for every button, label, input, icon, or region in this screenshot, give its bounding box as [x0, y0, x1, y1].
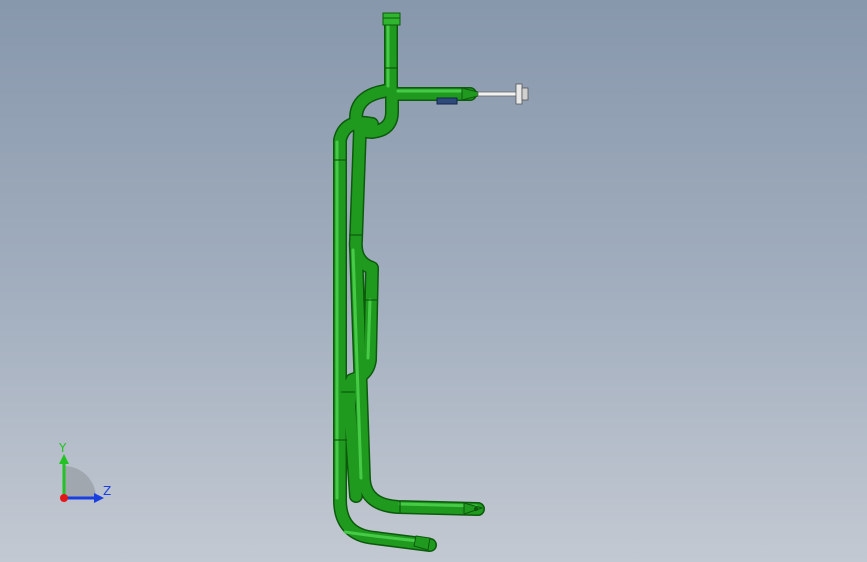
x-axis-dot [60, 494, 68, 502]
triad-plane [64, 466, 96, 498]
pipe-clamp-fitting[interactable] [436, 97, 458, 105]
z-axis-label: Z [103, 484, 111, 498]
orientation-triad[interactable]: Y Z [48, 440, 120, 510]
pipe-assembly-model[interactable] [0, 0, 867, 562]
y-axis-arrow [59, 454, 69, 464]
top-inlet-fitting[interactable] [382, 12, 401, 26]
top-outlet-nozzle[interactable] [461, 83, 529, 105]
graphics-viewport[interactable]: Y Z [0, 0, 867, 562]
y-axis-label: Y [58, 441, 67, 455]
